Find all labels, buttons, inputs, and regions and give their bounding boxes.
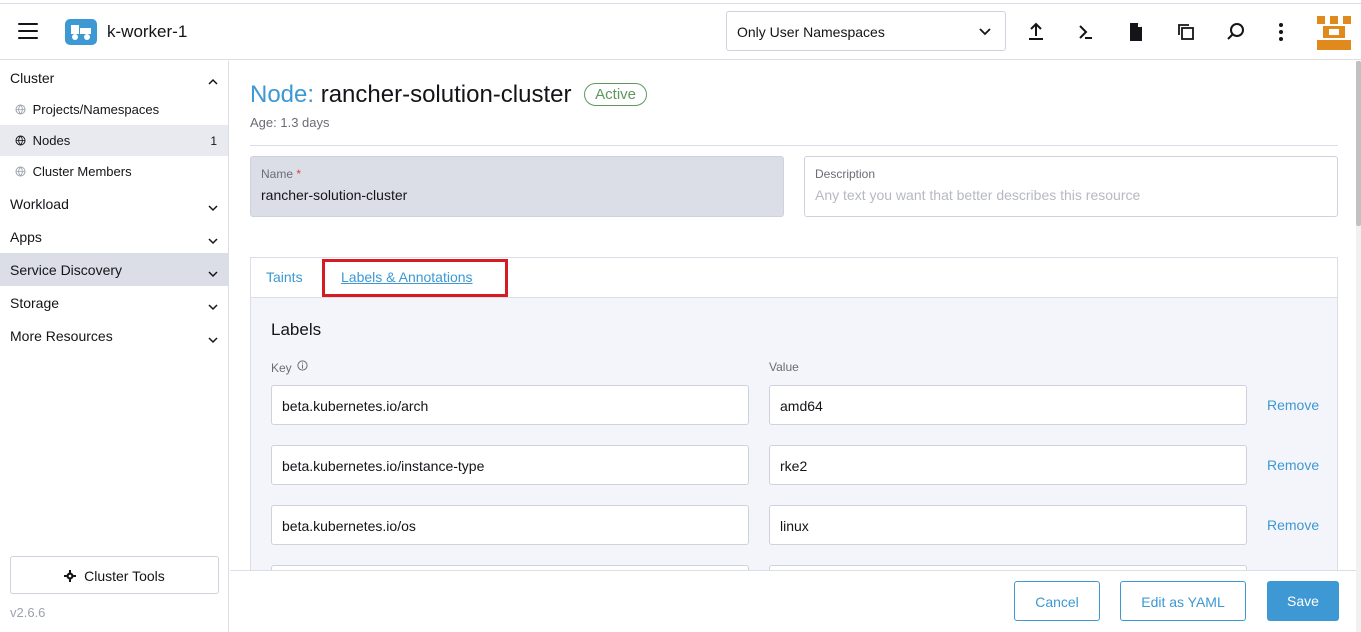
sidebar-group-label: Apps [10, 229, 42, 245]
sidebar-group-label: Storage [10, 295, 60, 311]
remove-label-button[interactable]: Remove [1267, 457, 1319, 473]
label-key-input[interactable]: beta.kubernetes.io/os [271, 505, 749, 545]
namespace-filter-value: Only User Namespaces [737, 24, 885, 40]
sidebar-group-label: Cluster [10, 70, 55, 86]
globe-icon [15, 165, 26, 180]
form-footer: Cancel Edit as YAML Save [230, 570, 1356, 632]
name-field-label: Name * [261, 167, 773, 181]
chevron-down-icon [208, 265, 218, 281]
chevron-up-icon [208, 73, 218, 89]
chevron-down-icon [979, 24, 991, 40]
chevron-down-icon [208, 199, 218, 215]
gear-icon [64, 569, 77, 585]
cancel-button[interactable]: Cancel [1014, 581, 1100, 621]
page-title: Node: rancher-solution-cluster Active [250, 81, 648, 109]
tabs-header: Taints Labels & Annotations [251, 258, 1337, 298]
sidebar-group-apps[interactable]: Apps [0, 220, 228, 253]
name-field[interactable]: Name * rancher-solution-cluster [250, 156, 784, 217]
sidebar-item-projects-namespaces[interactable]: Projects/Namespaces [0, 94, 228, 125]
namespace-filter-select[interactable]: Only User Namespaces [726, 11, 1006, 51]
labels-tab-panel: Labels Key Value beta.kubernetes.io/arch… [251, 298, 1337, 571]
title-divider [250, 145, 1338, 146]
sidebar-group-more-resources[interactable]: More Resources [0, 319, 228, 352]
label-value-input[interactable]: amd64 [769, 385, 1247, 425]
page-scrollbar[interactable] [1356, 61, 1361, 632]
sidebar-group-cluster[interactable]: Cluster [0, 61, 228, 94]
rancher-logo[interactable] [1315, 14, 1353, 52]
required-mark: * [296, 167, 302, 181]
globe-icon [15, 103, 26, 118]
save-button[interactable]: Save [1267, 581, 1339, 621]
tab-taints[interactable]: Taints [266, 269, 303, 285]
cluster-name: k-worker-1 [107, 22, 188, 41]
more-vertical-icon[interactable] [1269, 20, 1293, 44]
info-icon[interactable] [297, 360, 308, 374]
edit-as-yaml-button[interactable]: Edit as YAML [1120, 581, 1246, 621]
sidebar-item-label: Cluster Members [32, 164, 132, 179]
sidebar-item-cluster-members[interactable]: Cluster Members [0, 156, 228, 187]
sidebar-item-label: Nodes [32, 133, 71, 148]
label-row: beta.kubernetes.io/instance-type rke2 Re… [251, 445, 1337, 485]
kubectl-shell-icon[interactable] [1074, 20, 1098, 44]
tabs-container: Taints Labels & Annotations Labels Key V… [250, 257, 1338, 571]
chevron-down-icon [208, 298, 218, 314]
key-header-text: Key [271, 361, 292, 375]
resource-name: rancher-solution-cluster [320, 81, 572, 108]
sidebar-group-label: Workload [10, 196, 69, 212]
label-row: beta.kubernetes.io/arch amd64 Remove [251, 385, 1337, 425]
scrollbar-thumb[interactable] [1356, 61, 1361, 226]
label-row: beta.kubernetes.io/os linux Remove [251, 505, 1337, 545]
nodes-count: 1 [210, 134, 217, 148]
status-badge: Active [584, 83, 648, 106]
sidebar-group-label: More Resources [10, 328, 113, 344]
name-label-text: Name [261, 167, 294, 181]
hamburger-menu-icon[interactable] [18, 23, 38, 39]
main-content: Node: rancher-solution-cluster Active Ag… [230, 61, 1356, 571]
cluster-tools-button[interactable]: Cluster Tools [10, 556, 219, 594]
sidebar-item-nodes[interactable]: Nodes 1 [0, 125, 228, 156]
description-field[interactable]: Description Any text you want that bette… [804, 156, 1338, 217]
cluster-tools-label: Cluster Tools [84, 568, 165, 584]
label-value-input[interactable]: rke2 [769, 445, 1247, 485]
resource-age: Age: 1.3 days [250, 115, 330, 130]
sidebar-group-storage[interactable]: Storage [0, 286, 228, 319]
globe-icon [15, 134, 26, 149]
sidebar-group-service-discovery[interactable]: Service Discovery [0, 253, 228, 286]
remove-label-button[interactable]: Remove [1267, 517, 1319, 533]
highlight-box [322, 259, 508, 297]
labels-section-title: Labels [271, 320, 322, 339]
cluster-badge-icon [65, 19, 97, 45]
upload-icon[interactable] [1024, 20, 1048, 44]
copy-kubeconfig-icon[interactable] [1174, 20, 1198, 44]
key-column-header: Key [271, 360, 308, 375]
description-field-placeholder: Any text you want that better describes … [815, 187, 1141, 203]
label-key-input[interactable]: beta.kubernetes.io/instance-type [271, 445, 749, 485]
label-value-input[interactable]: linux [769, 505, 1247, 545]
name-field-value: rancher-solution-cluster [261, 187, 408, 203]
chevron-down-icon [208, 331, 218, 347]
version-label: v2.6.6 [10, 605, 46, 620]
app-header: k-worker-1 Only User Namespaces [0, 4, 1361, 60]
description-field-label: Description [815, 167, 876, 181]
label-key-input[interactable]: beta.kubernetes.io/arch [271, 385, 749, 425]
sidebar-group-label: Service Discovery [10, 262, 123, 278]
sidebar-group-workload[interactable]: Workload [0, 187, 228, 220]
kubeconfig-file-icon[interactable] [1124, 20, 1148, 44]
resource-kind: Node: [250, 81, 315, 108]
chevron-down-icon [208, 232, 218, 248]
search-icon[interactable] [1224, 20, 1248, 44]
value-column-header: Value [769, 360, 799, 374]
remove-label-button[interactable]: Remove [1267, 397, 1319, 413]
sidebar: Cluster Projects/Namespaces Nodes 1 Clus… [0, 61, 229, 632]
sidebar-item-label: Projects/Namespaces [32, 102, 160, 117]
